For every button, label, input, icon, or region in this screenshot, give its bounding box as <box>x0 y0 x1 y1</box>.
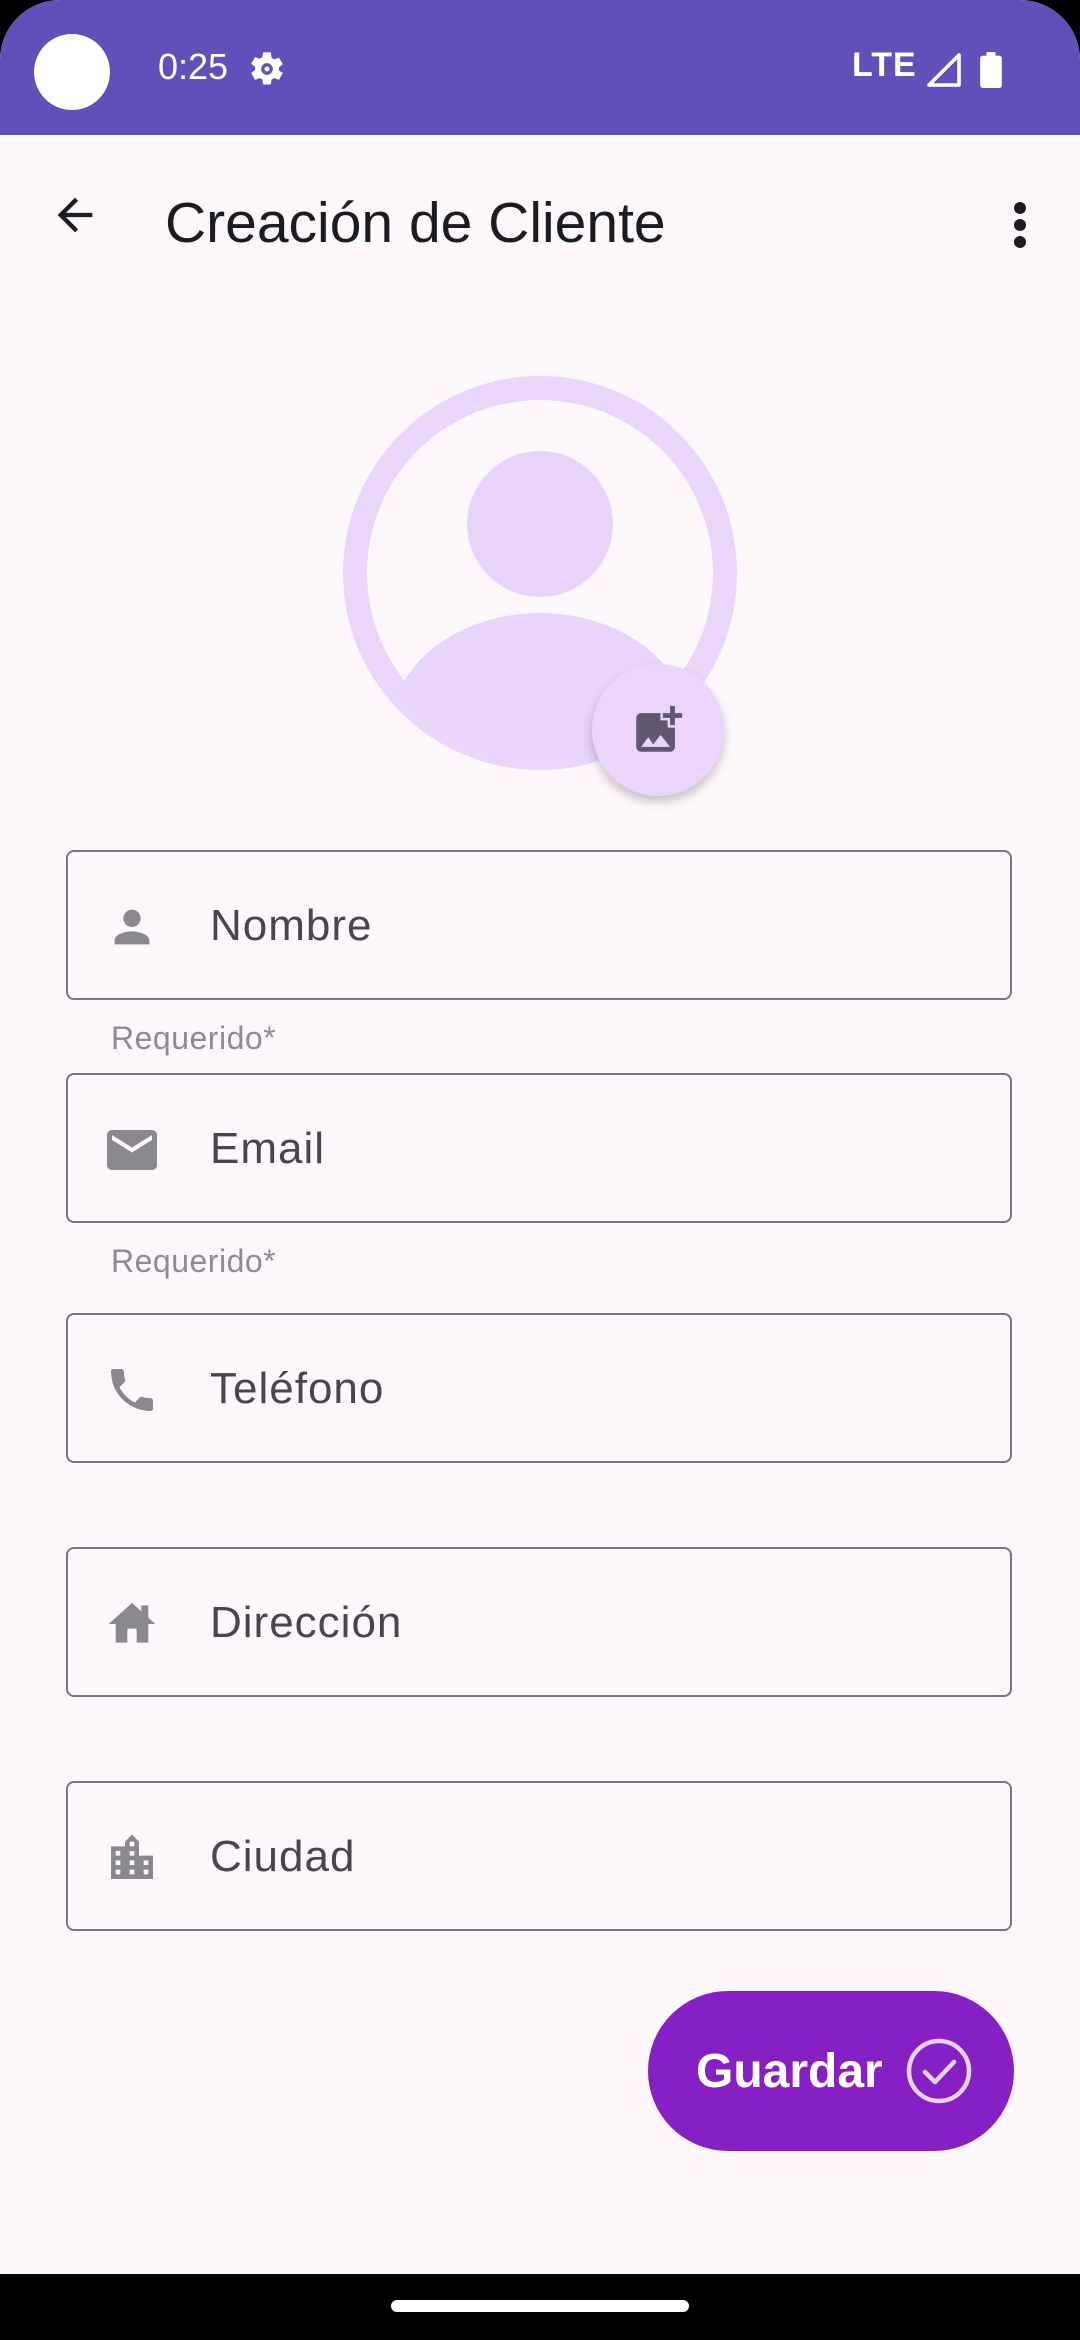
email-helper-text: Requerido* <box>111 1243 277 1279</box>
phone-input[interactable] <box>210 1345 970 1433</box>
save-button-label: Guardar <box>696 2044 883 2098</box>
more-vert-icon <box>1014 202 1026 248</box>
city-field[interactable] <box>66 1781 1012 1931</box>
check-circle-icon <box>906 2038 971 2104</box>
status-bar: 0:25 LTE <box>0 0 1080 135</box>
camera-cutout <box>34 34 110 110</box>
home-icon <box>102 1594 162 1654</box>
name-field[interactable] <box>66 850 1012 1000</box>
city-input[interactable] <box>210 1813 970 1901</box>
address-input[interactable] <box>210 1579 970 1667</box>
email-input[interactable] <box>210 1105 970 1193</box>
home-gesture-handle[interactable] <box>391 2300 689 2312</box>
phone-field[interactable] <box>66 1313 1012 1463</box>
email-field[interactable] <box>66 1073 1012 1223</box>
phone-icon <box>102 1360 162 1420</box>
name-helper-text: Requerido* <box>111 1020 277 1056</box>
back-button[interactable] <box>40 180 110 250</box>
page-title: Creación de Cliente <box>165 191 666 255</box>
address-field[interactable] <box>66 1547 1012 1697</box>
network-type: LTE <box>852 46 917 84</box>
mail-icon <box>102 1120 162 1180</box>
name-input[interactable] <box>210 882 970 970</box>
arrow-back-icon <box>57 197 93 233</box>
status-time: 0:25 <box>158 46 229 87</box>
signal-icon <box>927 53 961 87</box>
person-icon <box>102 897 162 957</box>
add-photo-button[interactable] <box>592 664 724 796</box>
battery-icon <box>980 52 1002 88</box>
city-icon <box>102 1828 162 1888</box>
more-options-button[interactable] <box>990 190 1050 260</box>
save-button[interactable]: Guardar <box>648 1991 1014 2151</box>
add-photo-icon <box>636 705 683 752</box>
settings-gear-icon <box>251 52 283 85</box>
app-screen: 0:25 LTE Creación de Cliente Nombre Requ… <box>0 0 1080 2340</box>
